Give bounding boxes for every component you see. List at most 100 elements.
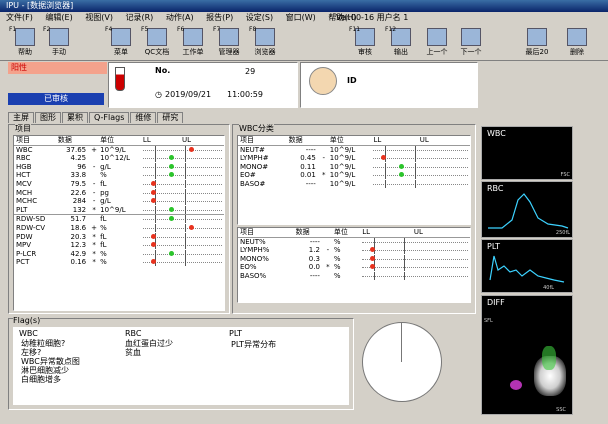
range-indicator [141, 258, 224, 267]
table-row[interactable]: MONO# 0.11 10^9/L [238, 162, 470, 172]
menu-view[interactable]: 视图(V) [85, 13, 113, 22]
flag-item: 白细胞增多 [21, 375, 61, 384]
flag-item: 贫血 [125, 348, 141, 357]
cell-item: MCV [16, 179, 32, 188]
table-row[interactable]: MPV 12.3 * fL [14, 241, 224, 250]
toolbar-label: 菜单 [114, 48, 128, 56]
rbc-histogram[interactable]: RBC 250fL [481, 181, 573, 238]
range-indicator [141, 249, 224, 259]
cell-unit: 10^12/L [100, 154, 131, 163]
cell-unit: fL [100, 232, 107, 241]
toolbar-button-2[interactable]: F4 菜单 [104, 26, 138, 58]
toolbar-button-9[interactable]: 上一个 [420, 26, 454, 58]
table-header-cell: 项目 [14, 136, 56, 146]
cell-unit: % [333, 263, 341, 272]
cell-unit: 10^9/L [329, 145, 356, 154]
toolbar-button-11[interactable]: 最后20 [520, 26, 554, 58]
table-row[interactable]: LYMPH# 0.45-10^9/L [238, 154, 470, 163]
toolbar-button-3[interactable]: F5 QC文档 [140, 26, 174, 58]
table-row[interactable]: WBC 37.65 +10^9/L [14, 145, 224, 154]
table-row[interactable]: BASO# ---- 10^9/L [238, 179, 470, 189]
wbc-section-title: WBC分类 [239, 123, 274, 134]
cell-value: ---- [305, 145, 316, 154]
toolbar-label: 最后20 [525, 48, 549, 56]
table-row[interactable]: PLT 132 * 10^9/L [14, 205, 224, 215]
toolbar-button-1[interactable]: F2 手动 [42, 26, 76, 58]
tab-maintenance[interactable]: 维修 [130, 112, 157, 123]
tab-cumulative[interactable]: 累积 [62, 112, 88, 123]
table-row[interactable]: NEUT# ---- 10^9/L [238, 145, 470, 154]
menu-edit[interactable]: 编辑(E) [45, 13, 72, 22]
table-row[interactable]: RDW-CV 18.6 +% [14, 223, 224, 233]
table-row[interactable]: MCH 22.6- pg [14, 188, 224, 198]
table-row[interactable]: HGB 96- g/L [14, 162, 224, 172]
table-row[interactable]: PDW 20.3 * fL [14, 232, 224, 242]
toolbar-button-8[interactable]: F12 输出 [384, 26, 418, 58]
toolbar-label: 上一个 [426, 48, 448, 56]
table-row[interactable]: EO% 0.0 *% [238, 263, 470, 272]
cell-flag: * [322, 171, 326, 180]
table-row[interactable]: MCHC 284- g/L [14, 197, 224, 206]
menu-window[interactable]: 窗口(W) [286, 13, 316, 22]
cell-flag [318, 145, 328, 154]
wbc-graph-label: WBC [487, 129, 506, 138]
table-row[interactable]: LYMPH% 1.2-% [238, 246, 470, 255]
cell-item: WBC [16, 145, 33, 154]
diff-magenta-cluster [510, 380, 522, 390]
toolbar-button-6[interactable]: F8 浏览器 [248, 26, 282, 58]
range-indicator [371, 171, 470, 180]
cell-item: EO# [240, 171, 256, 180]
range-indicator [141, 188, 224, 198]
toolbar-button-10[interactable]: 下一个 [454, 26, 488, 58]
wbc-scattergram[interactable]: WBC FSC [481, 126, 573, 180]
toolbar-button-0[interactable]: F1 帮助 [8, 26, 42, 58]
toolbar-fkey: F6 [177, 26, 185, 33]
table-row[interactable]: PCT 0.16 *% [14, 258, 224, 267]
table-row[interactable]: EO# 0.01 * 10^9/L [238, 171, 470, 180]
tab-graph[interactable]: 图形 [35, 112, 61, 123]
menu-record[interactable]: 记录(R) [126, 13, 154, 22]
toolbar-button-12[interactable]: 删除 [560, 26, 594, 58]
tab-main[interactable]: 主屏 [8, 112, 34, 123]
table-row[interactable]: P-LCR 42.9 *% [14, 249, 224, 259]
toolbar-button-4[interactable]: F6 工作单 [176, 26, 210, 58]
table-row[interactable]: RDW-SD 51.7 fL [14, 214, 224, 224]
cell-flag: - [322, 154, 326, 163]
cell-value: 18.6 [70, 223, 87, 232]
plt-histogram[interactable]: PLT 40fL [481, 239, 573, 293]
table-header-cell: 单位 [327, 136, 372, 146]
table-row[interactable]: NEUT% ----% [238, 237, 470, 246]
menu-file[interactable]: 文件(F) [6, 13, 33, 22]
wbc-abs-table: 项目 数据 单位 LL UL NEUT# ---- 10^9/L LYMPH# 0.45-10^9… [237, 135, 471, 225]
cell-item: HCT [16, 171, 31, 180]
table-row[interactable]: HCT 33.8% [14, 171, 224, 180]
toolbar-button-7[interactable]: F11 审核 [348, 26, 382, 58]
diff-scattergram[interactable]: DIFF SFL SSC [481, 295, 573, 415]
tab-qflags[interactable]: Q-Flags [89, 112, 130, 123]
tab-research[interactable]: 研究 [157, 112, 184, 123]
range-dot [168, 250, 174, 256]
cell-flag: * [92, 258, 96, 267]
toolbar-icon [183, 28, 203, 46]
cell-flag: + [91, 145, 98, 154]
toolbar-label: 下一个 [460, 48, 482, 56]
sample-date: 2019/09/21 [165, 90, 212, 99]
cell-item: BASO# [240, 179, 266, 188]
menu-settings[interactable]: 设定(S) [246, 13, 273, 22]
range-indicator [360, 237, 470, 246]
table-row[interactable]: BASO% ----% [238, 271, 470, 281]
menu-report[interactable]: 报告(P) [206, 13, 233, 22]
cell-value: ---- [305, 179, 316, 188]
toolbar-icon [567, 28, 587, 46]
table-row[interactable]: RBC 4.25 10^12/L [14, 154, 224, 163]
range-indicator [360, 271, 470, 281]
table-row[interactable]: MONO% 0.3% [238, 254, 470, 264]
range-indicator [141, 179, 224, 189]
menu-action[interactable]: 动作(A) [166, 13, 194, 22]
toolbar-button-5[interactable]: F7 管理器 [212, 26, 246, 58]
cell-unit: % [100, 258, 107, 267]
table-row[interactable]: MCV 79.5- fL [14, 179, 224, 189]
main-section-title: 项目 [15, 123, 31, 134]
table-header-cell: LL [360, 228, 412, 238]
table-header-cell [317, 136, 328, 146]
